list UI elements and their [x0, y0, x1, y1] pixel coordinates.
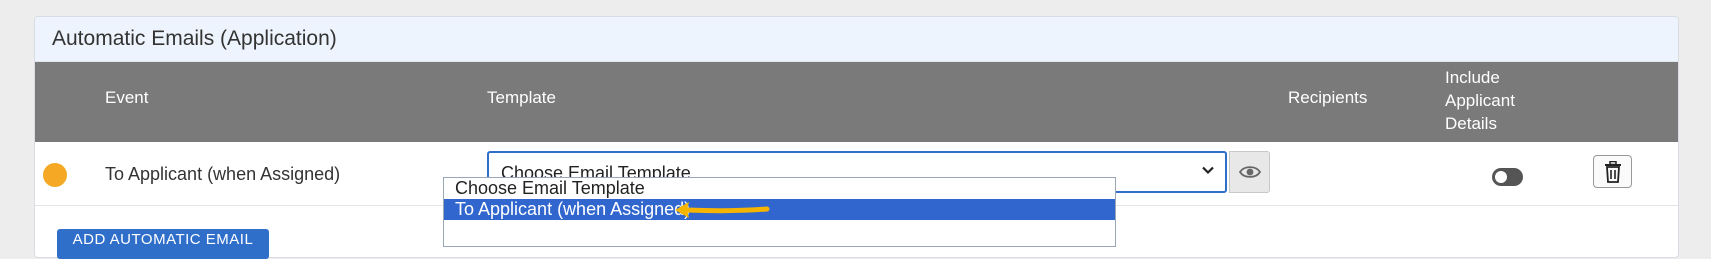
delete-button[interactable] [1593, 155, 1632, 188]
toggle-knob [1495, 171, 1507, 183]
preview-button[interactable] [1229, 151, 1270, 193]
add-automatic-email-button[interactable]: ADD AUTOMATIC EMAIL [57, 229, 269, 259]
event-name: To Applicant (when Assigned) [105, 164, 341, 184]
header-template: Template [487, 88, 556, 107]
eye-icon [1238, 166, 1261, 178]
header-include-applicant-details: Include Applicant Details [1445, 68, 1515, 133]
include-applicant-details-toggle[interactable] [1492, 168, 1523, 186]
status-dot [43, 163, 67, 187]
chevron-down-icon [1202, 166, 1214, 175]
table-header: Event Template Recipients Include Applic… [35, 62, 1678, 142]
trash-icon [1604, 160, 1621, 183]
dropdown-option-highlighted[interactable]: To Applicant (when Assigned) [444, 199, 1115, 220]
header-event: Event [105, 88, 149, 107]
card-title: Automatic Emails (Application) [35, 17, 1678, 62]
header-recipients: Recipients [1288, 88, 1368, 107]
arrow-left-icon [675, 202, 770, 218]
dropdown-option[interactable]: Choose Email Template [444, 178, 1115, 199]
template-dropdown-list: Choose Email Template To Applicant (when… [443, 177, 1116, 247]
